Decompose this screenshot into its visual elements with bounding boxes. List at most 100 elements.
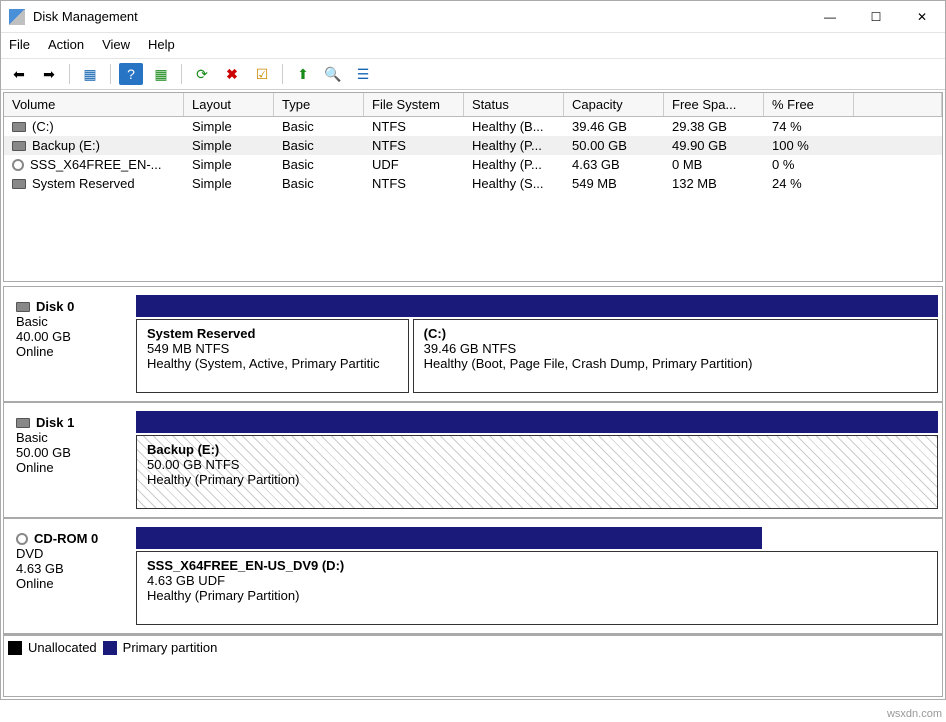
volume-free: 49.90 GB bbox=[664, 136, 764, 155]
col-free[interactable]: Free Spa... bbox=[664, 93, 764, 116]
help-icon[interactable]: ? bbox=[119, 63, 143, 85]
partition-title: SSS_X64FREE_EN-US_DV9 (D:) bbox=[147, 558, 927, 573]
disk-kind: Basic bbox=[16, 430, 128, 445]
disk-block: Disk 1 Basic 50.00 GB Online Backup (E:)… bbox=[4, 403, 942, 519]
disk-icon bbox=[16, 418, 30, 428]
disk-state: Online bbox=[16, 460, 128, 475]
volume-pct: 0 % bbox=[764, 155, 854, 174]
dvd-icon bbox=[12, 159, 24, 171]
col-fs[interactable]: File System bbox=[364, 93, 464, 116]
back-button[interactable]: ⬅ bbox=[7, 63, 31, 85]
partition-status: Healthy (Primary Partition) bbox=[147, 588, 927, 603]
col-status[interactable]: Status bbox=[464, 93, 564, 116]
menu-view[interactable]: View bbox=[102, 37, 130, 52]
col-type[interactable]: Type bbox=[274, 93, 364, 116]
disk-label: Disk 0 bbox=[36, 299, 74, 314]
minimize-button[interactable]: — bbox=[807, 1, 853, 33]
partition-status: Healthy (System, Active, Primary Partiti… bbox=[147, 356, 398, 371]
legend-swatch-primary bbox=[103, 641, 117, 655]
volume-row[interactable]: Backup (E:)SimpleBasicNTFSHealthy (P...5… bbox=[4, 136, 942, 155]
disk-graphic-area[interactable]: Disk 0 Basic 40.00 GB Online System Rese… bbox=[3, 286, 943, 697]
volume-row[interactable]: System ReservedSimpleBasicNTFSHealthy (S… bbox=[4, 174, 942, 193]
toolbar-separator bbox=[282, 64, 283, 84]
graph-top-bar bbox=[136, 295, 938, 317]
check-icon[interactable]: ☑ bbox=[250, 63, 274, 85]
disk-state: Online bbox=[16, 576, 128, 591]
col-volume[interactable]: Volume bbox=[4, 93, 184, 116]
volume-pct: 24 % bbox=[764, 174, 854, 193]
volume-layout: Simple bbox=[184, 155, 274, 174]
partition[interactable]: Backup (E:) 50.00 GB NTFS Healthy (Prima… bbox=[136, 435, 938, 509]
properties-icon[interactable]: 🔍 bbox=[321, 63, 345, 85]
volume-row[interactable]: (C:)SimpleBasicNTFSHealthy (B...39.46 GB… bbox=[4, 117, 942, 136]
maximize-button[interactable]: ☐ bbox=[853, 1, 899, 33]
partition-status: Healthy (Primary Partition) bbox=[147, 472, 927, 487]
toolbar: ⬅ ➡ ▦ ? ▦ ⟳ ✖ ☑ ⬆ 🔍 ☰ bbox=[1, 59, 945, 90]
volume-layout: Simple bbox=[184, 174, 274, 193]
dvd-icon bbox=[16, 533, 28, 545]
volume-name: System Reserved bbox=[32, 176, 135, 191]
up-icon[interactable]: ⬆ bbox=[291, 63, 315, 85]
disk-icon bbox=[12, 141, 26, 151]
partition-status: Healthy (Boot, Page File, Crash Dump, Pr… bbox=[424, 356, 927, 371]
volume-pct: 100 % bbox=[764, 136, 854, 155]
partition[interactable]: (C:) 39.46 GB NTFS Healthy (Boot, Page F… bbox=[413, 319, 938, 393]
disk-label: Disk 1 bbox=[36, 415, 74, 430]
volume-capacity: 39.46 GB bbox=[564, 117, 664, 136]
volume-layout: Simple bbox=[184, 117, 274, 136]
volume-name: SSS_X64FREE_EN-... bbox=[30, 157, 162, 172]
volume-capacity: 50.00 GB bbox=[564, 136, 664, 155]
menu-file[interactable]: File bbox=[9, 37, 30, 52]
volume-list: Volume Layout Type File System Status Ca… bbox=[3, 92, 943, 282]
partition-size: 4.63 GB UDF bbox=[147, 573, 927, 588]
disk-icon bbox=[16, 302, 30, 312]
refresh-icon[interactable]: ▦ bbox=[149, 63, 173, 85]
volume-fs: NTFS bbox=[364, 174, 464, 193]
volume-row[interactable]: SSS_X64FREE_EN-...SimpleBasicUDFHealthy … bbox=[4, 155, 942, 174]
volume-capacity: 549 MB bbox=[564, 174, 664, 193]
volume-name: Backup (E:) bbox=[32, 138, 100, 153]
menubar: File Action View Help bbox=[1, 33, 945, 59]
volume-status: Healthy (P... bbox=[464, 136, 564, 155]
disk-state: Online bbox=[16, 344, 128, 359]
volume-status: Healthy (P... bbox=[464, 155, 564, 174]
partition-size: 50.00 GB NTFS bbox=[147, 457, 927, 472]
legend-swatch-unallocated bbox=[8, 641, 22, 655]
forward-button[interactable]: ➡ bbox=[37, 63, 61, 85]
delete-icon[interactable]: ✖ bbox=[220, 63, 244, 85]
volume-fs: NTFS bbox=[364, 117, 464, 136]
partition-title: Backup (E:) bbox=[147, 442, 927, 457]
volume-layout: Simple bbox=[184, 136, 274, 155]
disk-kind: DVD bbox=[16, 546, 128, 561]
volume-type: Basic bbox=[274, 174, 364, 193]
close-button[interactable]: ✕ bbox=[899, 1, 945, 33]
col-pct[interactable]: % Free bbox=[764, 93, 854, 116]
volume-free: 132 MB bbox=[664, 174, 764, 193]
menu-action[interactable]: Action bbox=[48, 37, 84, 52]
volume-capacity: 4.63 GB bbox=[564, 155, 664, 174]
partition[interactable]: SSS_X64FREE_EN-US_DV9 (D:) 4.63 GB UDF H… bbox=[136, 551, 938, 625]
col-layout[interactable]: Layout bbox=[184, 93, 274, 116]
volume-header: Volume Layout Type File System Status Ca… bbox=[4, 93, 942, 117]
window-title: Disk Management bbox=[33, 9, 807, 24]
partition-size: 549 MB NTFS bbox=[147, 341, 398, 356]
disk-kind: Basic bbox=[16, 314, 128, 329]
legend-unallocated: Unallocated bbox=[28, 640, 97, 655]
list-icon[interactable]: ☰ bbox=[351, 63, 375, 85]
disk-block: Disk 0 Basic 40.00 GB Online System Rese… bbox=[4, 287, 942, 403]
disk-size: 50.00 GB bbox=[16, 445, 128, 460]
volume-name: (C:) bbox=[32, 119, 54, 134]
partition[interactable]: System Reserved 549 MB NTFS Healthy (Sys… bbox=[136, 319, 409, 393]
legend: Unallocated Primary partition bbox=[4, 635, 942, 659]
rescan-icon[interactable]: ⟳ bbox=[190, 63, 214, 85]
partition-title: (C:) bbox=[424, 326, 927, 341]
disk-graph: Backup (E:) 50.00 GB NTFS Healthy (Prima… bbox=[136, 411, 938, 509]
graph-top-bar bbox=[136, 527, 762, 549]
volume-fs: UDF bbox=[364, 155, 464, 174]
show-hide-console-tree-icon[interactable]: ▦ bbox=[78, 63, 102, 85]
col-capacity[interactable]: Capacity bbox=[564, 93, 664, 116]
menu-help[interactable]: Help bbox=[148, 37, 175, 52]
disk-label: CD-ROM 0 bbox=[34, 531, 98, 546]
legend-primary: Primary partition bbox=[123, 640, 218, 655]
disk-graph: SSS_X64FREE_EN-US_DV9 (D:) 4.63 GB UDF H… bbox=[136, 527, 938, 625]
